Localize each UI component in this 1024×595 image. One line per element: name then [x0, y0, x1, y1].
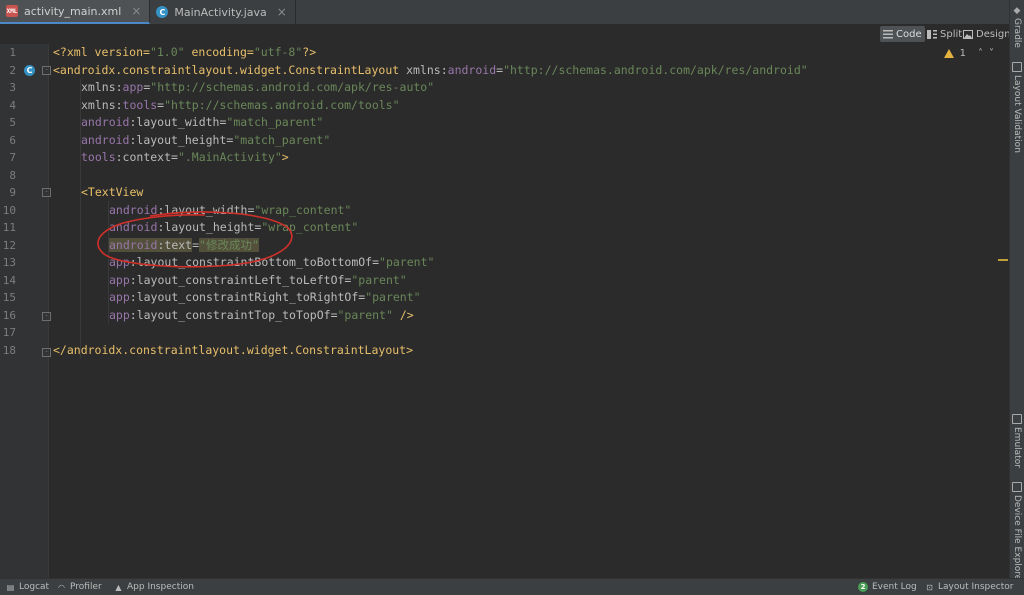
- code-line-4: xmlns:tools="http://schemas.android.com/…: [81, 97, 400, 112]
- warning-scroll-marker[interactable]: [998, 259, 1008, 261]
- image-icon: [963, 29, 973, 39]
- code-line-1: <?xml version="1.0" encoding="utf-8"?>: [53, 45, 317, 59]
- code-line-3: xmlns:app="http://schemas.android.com/ap…: [81, 80, 435, 94]
- code-line-2: <androidx.constraintlayout.widget.Constr…: [53, 62, 808, 77]
- gradle-icon: ◆: [1013, 6, 1021, 16]
- android-icon: ▲: [115, 582, 122, 592]
- line-number: 7: [9, 151, 16, 164]
- line-number: 12: [2, 238, 16, 252]
- line-number: 18: [2, 343, 16, 357]
- app-inspection-tool-button[interactable]: ▲ App Inspection: [114, 581, 194, 593]
- fold-icon[interactable]: -: [42, 188, 51, 197]
- fold-icon[interactable]: -: [42, 312, 51, 321]
- code-view-button[interactable]: Code: [880, 26, 925, 42]
- line-number: 15: [2, 291, 16, 304]
- line-number: 16: [2, 308, 16, 322]
- emulator-tool-tab[interactable]: Emulator: [1010, 414, 1024, 468]
- xml-file-icon: XML: [6, 5, 18, 17]
- gradle-tool-tab[interactable]: ◆ Gradle: [1010, 6, 1024, 48]
- code-line-6: android:layout_height="match_parent": [81, 132, 331, 147]
- device-file-explorer-tool-tab[interactable]: Device File Explorer: [1010, 482, 1024, 584]
- event-count-badge: 2: [858, 582, 868, 592]
- fold-icon[interactable]: -: [42, 66, 51, 75]
- line-number: 1: [9, 46, 16, 59]
- line-number: 2: [9, 63, 16, 77]
- bottom-tool-bar: ▤ Logcat ◠ Profiler ▲ App Inspection 2 E…: [0, 578, 1024, 595]
- tab-activity-main-xml[interactable]: XML activity_main.xml ×: [0, 0, 151, 24]
- line-number: 9: [9, 186, 16, 199]
- tab-main-activity-java[interactable]: C MainActivity.java ×: [150, 0, 296, 24]
- java-class-icon: C: [156, 6, 169, 18]
- code-line-7: tools:context=".MainActivity">: [81, 150, 289, 164]
- view-mode-bar: Code Split Design: [0, 24, 1011, 44]
- code-line-11: android:layout_height="wrap_content": [109, 220, 359, 234]
- tab-label: MainActivity.java: [174, 5, 267, 19]
- close-icon[interactable]: ×: [131, 4, 141, 18]
- line-number: 11: [2, 221, 16, 234]
- code-line-9: <TextView: [81, 185, 144, 199]
- close-icon[interactable]: ×: [277, 5, 287, 19]
- split-view-button[interactable]: Split: [924, 26, 965, 42]
- line-number: 6: [9, 133, 16, 147]
- line-number: 17: [2, 326, 16, 339]
- design-view-button[interactable]: Design: [960, 26, 1014, 42]
- code-line-18: </androidx.constraintlayout.widget.Const…: [53, 342, 414, 357]
- line-number: 10: [2, 203, 16, 217]
- fold-icon[interactable]: -: [42, 348, 51, 357]
- gauge-icon: ◠: [58, 582, 65, 592]
- layout-inspector-tool-button[interactable]: ⊡ Layout Inspector: [925, 581, 1013, 593]
- code-line-15: app:layout_constraintRight_toRightOf="pa…: [109, 290, 421, 304]
- phone-icon: [1012, 414, 1022, 424]
- inspector-icon: ⊡: [926, 582, 933, 592]
- code-line-10: android:layout_width="wrap_content": [109, 202, 352, 217]
- logcat-icon: ▤: [6, 582, 15, 592]
- code-lines-icon: [883, 29, 893, 39]
- line-number: 8: [9, 168, 16, 182]
- code-line-12: android:text="修改成功": [109, 237, 259, 252]
- line-number: 13: [2, 256, 16, 269]
- code-editor[interactable]: <?xml version="1.0" encoding="utf-8"?> <…: [53, 44, 1010, 578]
- editor-tab-bar: XML activity_main.xml × C MainActivity.j…: [0, 0, 1010, 25]
- logcat-tool-button[interactable]: ▤ Logcat: [6, 581, 49, 593]
- phone-icon: [1012, 482, 1022, 492]
- code-line-14: app:layout_constraintLeft_toLeftOf="pare…: [109, 272, 407, 287]
- profiler-tool-button[interactable]: ◠ Profiler: [57, 581, 102, 593]
- split-icon: [927, 29, 937, 39]
- layout-validation-tool-tab[interactable]: Layout Validation: [1010, 62, 1024, 153]
- device-icon: [1012, 62, 1022, 72]
- tab-label: activity_main.xml: [24, 4, 122, 18]
- line-number: 3: [9, 81, 16, 94]
- code-line-13: app:layout_constraintBottom_toBottomOf="…: [109, 255, 435, 269]
- code-line-16: app:layout_constraintTop_toTopOf="parent…: [109, 307, 414, 322]
- class-gutter-icon[interactable]: C: [24, 65, 35, 76]
- line-number: 14: [2, 273, 16, 287]
- line-number: 4: [9, 98, 16, 112]
- code-line-5: android:layout_width="match_parent": [81, 115, 324, 129]
- line-number: 5: [9, 116, 16, 129]
- event-log-tool-button[interactable]: 2 Event Log: [858, 581, 917, 593]
